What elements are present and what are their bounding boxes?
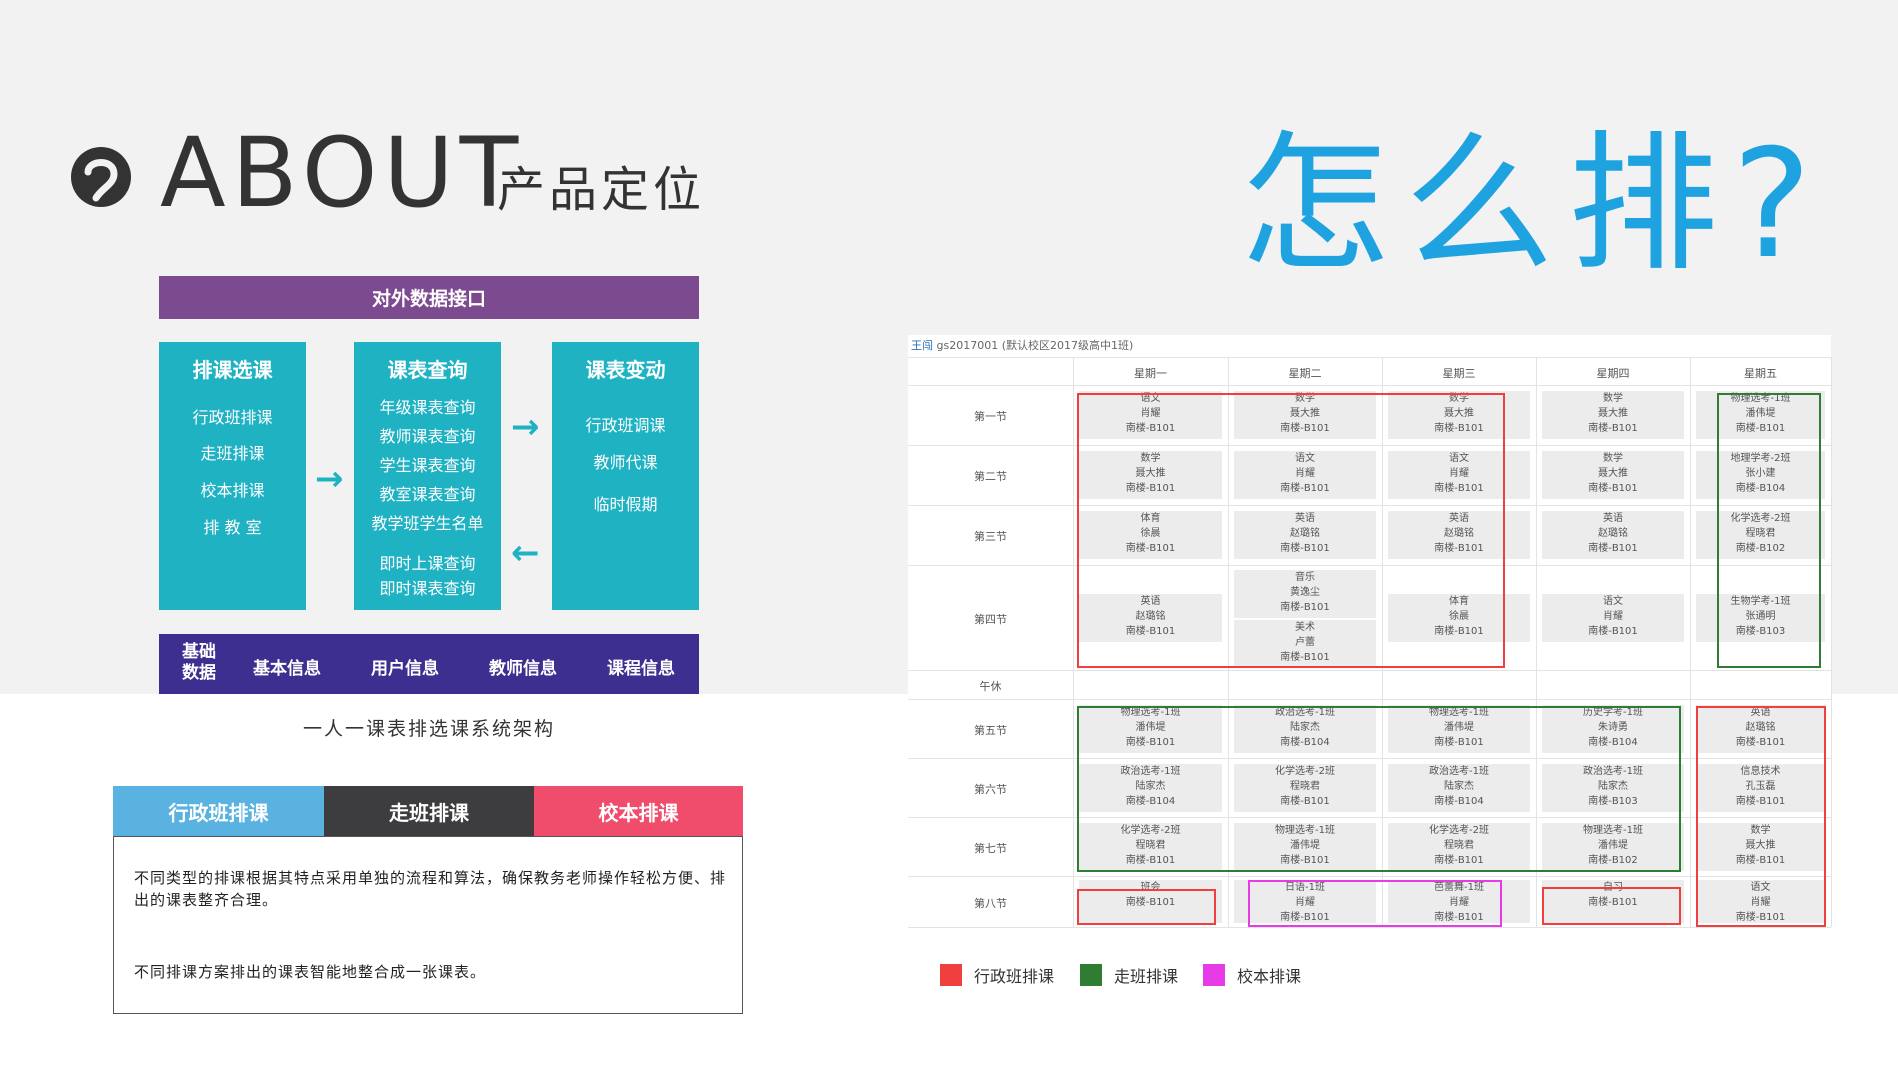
timetable-cell: 语文 肖耀 南楼-B101 bbox=[1542, 593, 1684, 642]
column-item: 排 教 室 bbox=[203, 518, 262, 537]
base-item: 课程信息 bbox=[607, 659, 675, 679]
architecture-caption: 一人一课表排选课系统架构 bbox=[302, 718, 555, 740]
arrow-right-icon: → bbox=[511, 407, 540, 447]
base-item: 教师信息 bbox=[489, 659, 557, 679]
legend-label: 校本排课 bbox=[1237, 967, 1302, 986]
student-info: gs2017001 (默认校区2017级高中1班) bbox=[936, 339, 1134, 352]
column-item: 校本排课 bbox=[200, 481, 265, 500]
grid-line bbox=[908, 670, 1831, 671]
column-item: 教室课表查询 bbox=[379, 485, 476, 504]
column-item: 行政班排课 bbox=[192, 408, 273, 427]
column-query: 课表查询 年级课表查询 教师课表查询 学生课表查询 教室课表查询 教学班学生名单… bbox=[354, 342, 501, 610]
period-label: 第七节 bbox=[974, 841, 1007, 855]
legend-swatch bbox=[1203, 964, 1225, 986]
description-paragraph: 不同排课方案排出的课表智能地整合成一张课表。 bbox=[134, 963, 487, 981]
about-subtitle: 产品定位 bbox=[497, 162, 706, 218]
grid-line bbox=[908, 385, 1831, 386]
column-title: 课表查询 bbox=[387, 358, 468, 382]
grid-line bbox=[908, 699, 1831, 700]
period-label: 第八节 bbox=[974, 896, 1007, 910]
about-title: ABOUT bbox=[160, 117, 525, 229]
external-api-bar: 对外数据接口 bbox=[159, 276, 699, 319]
column-changes: 课表变动 行政班调课 教师代课 临时假期 bbox=[552, 342, 699, 610]
period-label: 第六节 bbox=[974, 782, 1007, 796]
timetable-cell: 英语 赵璐铭 南楼-B101 bbox=[1542, 511, 1684, 559]
description-box: 不同类型的排课根据其特点采用单独的流程和算法，确保教务老师操作轻松方便、排出的课… bbox=[113, 836, 743, 1014]
grid-line bbox=[1690, 357, 1691, 927]
column-item: 教师课表查询 bbox=[379, 427, 476, 446]
day-header: 星期一 bbox=[1134, 367, 1167, 380]
base-item: 用户信息 bbox=[371, 659, 439, 679]
legend-swatch bbox=[1080, 964, 1102, 986]
period-label: 第三节 bbox=[974, 530, 1007, 543]
legend-label: 走班排课 bbox=[1114, 967, 1179, 986]
column-item: 临时假期 bbox=[593, 495, 658, 514]
column-title: 排课选课 bbox=[192, 358, 273, 382]
day-header: 星期五 bbox=[1744, 367, 1777, 380]
column-item: 学生课表查询 bbox=[379, 456, 476, 475]
column-item: 即时上课查询 bbox=[379, 554, 476, 573]
legend-swatch bbox=[940, 964, 962, 986]
timetable-cell: 数学 聂大推 南楼-B101 bbox=[1542, 391, 1684, 439]
grid-line bbox=[908, 927, 1831, 928]
period-label: 第二节 bbox=[974, 470, 1007, 483]
grid-line bbox=[908, 876, 1831, 877]
mobile-class-box bbox=[1717, 393, 1821, 668]
tab-mobile-class[interactable]: 走班排课 bbox=[324, 786, 534, 836]
column-scheduling: 排课选课 行政班排课 走班排课 校本排课 排 教 室 bbox=[159, 342, 306, 610]
arrow-right-icon: → bbox=[315, 459, 344, 499]
admin-class-box bbox=[1696, 706, 1826, 927]
column-item: 即时课表查询 bbox=[379, 579, 476, 598]
timetable-cell: 数学 聂大推 南楼-B101 bbox=[1542, 451, 1684, 499]
timetable: 王闯 gs2017001 (默认校区2017级高中1班) 星期一 星期二 星期三 星期… bbox=[908, 335, 1832, 928]
grid-line bbox=[1073, 357, 1074, 927]
base-data-bar: 基础 数据 基本信息 用户信息 教师信息 课程信息 bbox=[159, 634, 699, 694]
column-item: 年级课表查询 bbox=[379, 398, 476, 417]
description-paragraph: 不同类型的排课根据其特点采用单独的流程和算法，确保教务老师操作轻松方便、排出的课… bbox=[134, 869, 727, 909]
base-item: 基本信息 bbox=[253, 659, 321, 679]
base-data-label: 基础 数据 bbox=[182, 642, 216, 683]
legend-item-admin: 行政班排课 bbox=[940, 963, 1054, 987]
period-label: 第四节 bbox=[974, 612, 1007, 626]
admin-class-box bbox=[1542, 887, 1681, 925]
column-title: 课表变动 bbox=[585, 358, 666, 382]
legend-item-mobile: 走班排课 bbox=[1080, 963, 1178, 987]
legend-label: 行政班排课 bbox=[974, 967, 1055, 986]
grid-line bbox=[1831, 357, 1832, 927]
timetable-header: 王闯 gs2017001 (默认校区2017级高中1班) bbox=[911, 337, 1133, 353]
day-header: 星期三 bbox=[1442, 367, 1476, 380]
period-label: 午休 bbox=[979, 679, 1002, 693]
admin-class-box bbox=[1077, 393, 1505, 668]
period-label: 第一节 bbox=[974, 410, 1007, 423]
day-header: 星期二 bbox=[1288, 367, 1322, 380]
tab-school-based[interactable]: 校本排课 bbox=[534, 786, 743, 836]
school-based-box bbox=[1248, 880, 1502, 927]
admin-class-box bbox=[1077, 889, 1216, 925]
day-header: 星期四 bbox=[1596, 367, 1630, 380]
logo-icon bbox=[71, 147, 131, 207]
column-item: 行政班调课 bbox=[585, 416, 666, 435]
tab-admin-class[interactable]: 行政班排课 bbox=[113, 786, 324, 836]
column-item: 走班排课 bbox=[200, 444, 265, 463]
column-item: 教学班学生名单 bbox=[371, 514, 484, 533]
legend-item-school: 校本排课 bbox=[1203, 963, 1301, 987]
student-name: 王闯 bbox=[911, 339, 933, 352]
column-item: 教师代课 bbox=[593, 453, 658, 472]
arrow-left-icon: ← bbox=[511, 533, 540, 573]
howto-title: 怎么排? bbox=[1240, 118, 1826, 292]
mobile-class-box bbox=[1077, 706, 1681, 872]
period-label: 第五节 bbox=[974, 723, 1007, 737]
grid-line bbox=[908, 357, 1831, 358]
